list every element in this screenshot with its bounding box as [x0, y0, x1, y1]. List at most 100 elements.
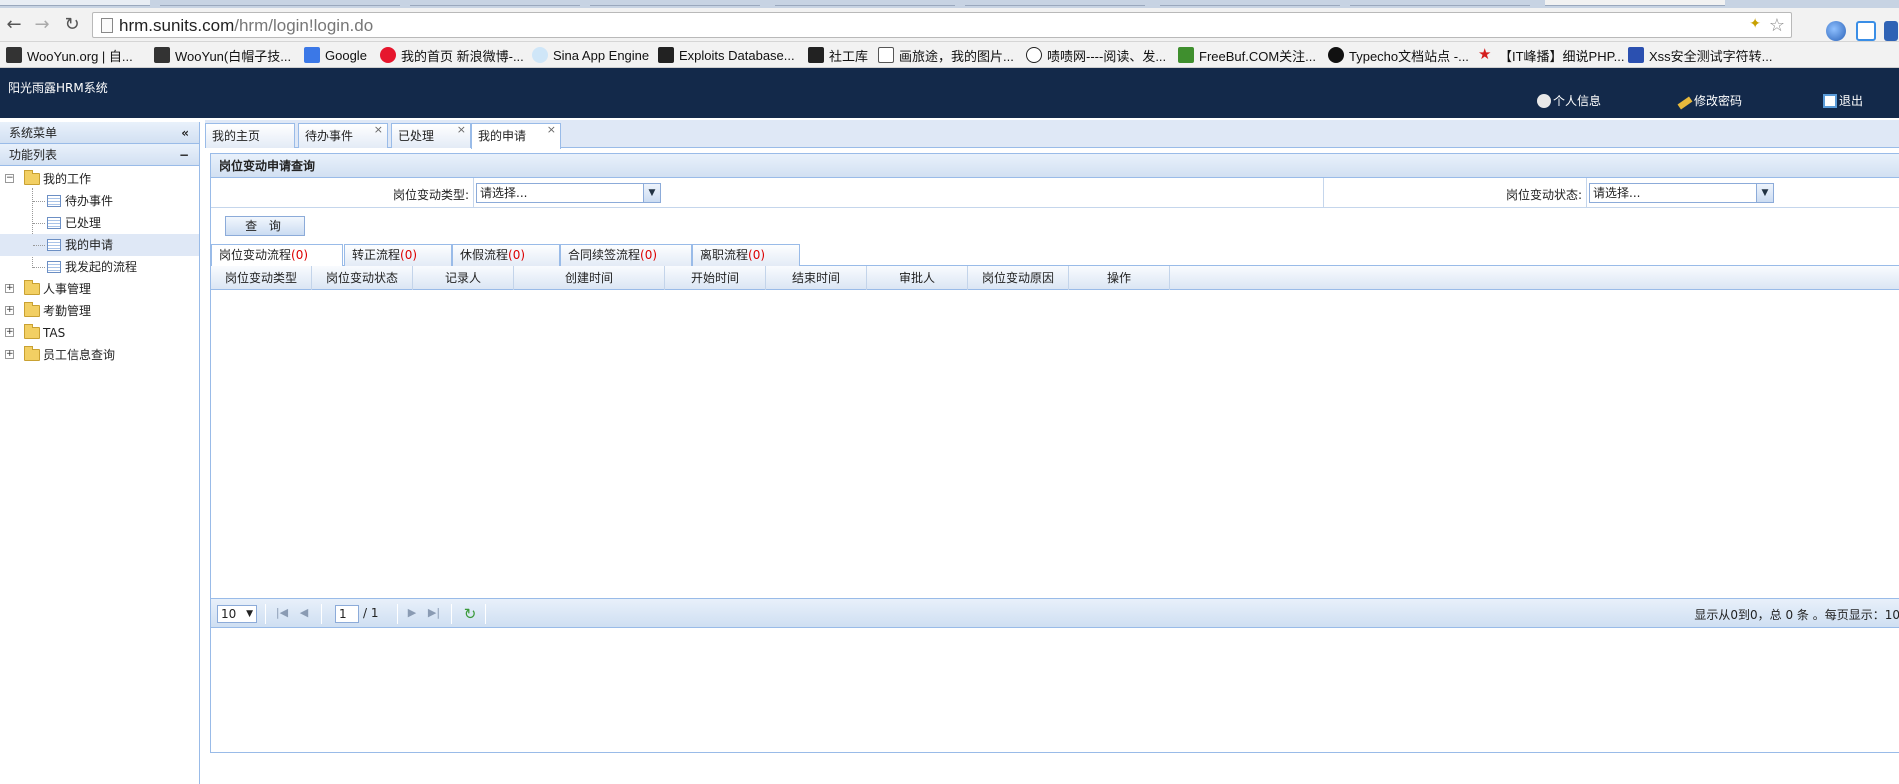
- pagination-bar: 10 ▼ |◀ ◀ 1 / 1 ▶ ▶| ↻ 显示从0到0，总 0 条 。每页显示…: [211, 598, 1899, 628]
- tree-node-processed[interactable]: 已处理: [0, 212, 199, 234]
- refresh-icon[interactable]: ↻: [461, 605, 479, 623]
- browser-tab[interactable]: [1160, 0, 1340, 6]
- separator: [397, 604, 398, 624]
- tab-regularization-flow[interactable]: 转正流程(0): [344, 244, 452, 266]
- query-button[interactable]: 查 询: [225, 216, 305, 236]
- tree-node-my-initiated-flows[interactable]: 我发起的流程: [0, 256, 199, 278]
- column-header[interactable]: 操作: [1069, 266, 1170, 290]
- tab-contract-renewal-flow[interactable]: 合同续签流程(0): [560, 244, 692, 266]
- folder-icon: [24, 280, 40, 295]
- bookmark-item[interactable]: 我的首页 新浪微博-...: [380, 46, 524, 64]
- tab-processed[interactable]: 已处理 ×: [391, 123, 471, 148]
- bookmark-star-icon[interactable]: ☆: [1769, 15, 1785, 36]
- expand-icon[interactable]: +: [5, 328, 14, 337]
- tab-leave-flow[interactable]: 休假流程(0): [452, 244, 560, 266]
- bookmark-item[interactable]: Sina App Engine: [532, 46, 649, 64]
- app-header: 阳光雨露HRM系统 个人信息 修改密码 退出: [0, 68, 1899, 118]
- bookmark-item[interactable]: ★ 【IT峰播】细说PHP...: [1478, 46, 1624, 64]
- bookmark-label: Typecho文档站点 -...: [1349, 48, 1469, 64]
- browser-tab[interactable]: [590, 0, 760, 6]
- position-change-status-label: 岗位变动状态:: [1505, 188, 1582, 202]
- page-number-input[interactable]: 1: [335, 605, 359, 623]
- tab-position-change-flow[interactable]: 岗位变动流程(0): [211, 244, 343, 267]
- globe-icon[interactable]: [1826, 21, 1846, 41]
- person-icon: [1026, 47, 1042, 63]
- bookmark-item[interactable]: FreeBuf.COM关注...: [1178, 46, 1316, 64]
- tree-node-employee-query[interactable]: + 员工信息查询: [0, 344, 199, 366]
- tree-node-hr-management[interactable]: + 人事管理: [0, 278, 199, 300]
- browser-tab[interactable]: [160, 0, 400, 6]
- menu-icon[interactable]: [1884, 21, 1898, 41]
- logout-link[interactable]: 退出: [1823, 92, 1863, 109]
- column-header[interactable]: 审批人: [867, 266, 968, 290]
- browser-tab-active[interactable]: [1545, 0, 1725, 6]
- browser-tab[interactable]: [0, 0, 150, 6]
- tab-resignation-flow[interactable]: 离职流程(0): [692, 244, 800, 266]
- change-password-link[interactable]: 修改密码: [1677, 92, 1742, 109]
- tab-todo[interactable]: 待办事件 ×: [298, 123, 388, 148]
- chevron-down-icon[interactable]: ▼: [643, 184, 660, 202]
- position-change-type-select[interactable]: 请选择... ▼: [476, 183, 661, 203]
- last-page-icon[interactable]: ▶|: [427, 606, 441, 620]
- expand-icon[interactable]: +: [5, 350, 14, 359]
- column-header[interactable]: 结束时间: [766, 266, 867, 290]
- tab-label: 休假流程: [460, 248, 509, 262]
- tree-node-my-applications[interactable]: 我的申请: [0, 234, 199, 256]
- collapse-icon[interactable]: −: [5, 174, 14, 183]
- close-icon[interactable]: ×: [547, 118, 556, 142]
- browser-tab[interactable]: [775, 0, 955, 6]
- bookmark-item[interactable]: Typecho文档站点 -...: [1328, 46, 1469, 64]
- collapse-sidebar-icon[interactable]: «: [181, 122, 189, 144]
- browser-tab[interactable]: [410, 0, 580, 6]
- next-page-icon[interactable]: ▶: [405, 606, 419, 620]
- bookmark-item[interactable]: Xss安全测试字符转...: [1628, 46, 1773, 64]
- profile-link[interactable]: 个人信息: [1537, 92, 1601, 109]
- column-header[interactable]: 创建时间: [514, 266, 665, 290]
- bookmark-label: 画旅途，我的图片...: [899, 48, 1014, 64]
- url-text[interactable]: hrm.sunits.com/hrm/login!login.do: [119, 16, 373, 36]
- sidebar: 系统菜单 « 功能列表 − − 我的工作 待办事件 已处理 我的申请 我发起的流…: [0, 122, 200, 784]
- chevron-down-icon[interactable]: ▼: [1756, 184, 1773, 202]
- browser-tab[interactable]: [1350, 0, 1530, 6]
- extension-icon[interactable]: ✦: [1749, 16, 1761, 32]
- extension-icon[interactable]: [1856, 21, 1876, 41]
- bookmark-item[interactable]: WooYun(白帽子技...: [154, 46, 291, 64]
- expand-icon[interactable]: +: [5, 306, 14, 315]
- column-header[interactable]: 岗位变动类型: [211, 266, 312, 290]
- tree-node-attendance[interactable]: + 考勤管理: [0, 300, 199, 322]
- user-icon: [1537, 93, 1551, 108]
- first-page-icon[interactable]: |◀: [275, 606, 289, 620]
- bookmark-label: 我的首页 新浪微博-...: [401, 48, 524, 64]
- prev-page-icon[interactable]: ◀: [297, 606, 311, 620]
- reload-icon[interactable]: ↻: [62, 15, 82, 35]
- bookmark-item[interactable]: 画旅途，我的图片...: [878, 46, 1014, 64]
- close-icon[interactable]: ×: [374, 118, 383, 142]
- tree-node-my-work[interactable]: − 我的工作: [0, 168, 199, 190]
- column-header[interactable]: 岗位变动状态: [312, 266, 413, 290]
- column-header[interactable]: 岗位变动原因: [968, 266, 1069, 290]
- bookmark-item[interactable]: Google: [304, 46, 367, 64]
- bookmark-item[interactable]: Exploits Database...: [658, 46, 795, 64]
- bookmark-item[interactable]: 社工库: [808, 46, 868, 64]
- collapse-list-icon[interactable]: −: [179, 144, 189, 166]
- column-header[interactable]: 记录人: [413, 266, 514, 290]
- tree-node-label: 员工信息查询: [43, 348, 116, 362]
- column-header[interactable]: 开始时间: [665, 266, 766, 290]
- page-size-select[interactable]: 10 ▼: [217, 605, 257, 623]
- bookmark-item[interactable]: WooYun.org | 自...: [6, 46, 133, 64]
- back-icon[interactable]: ←: [4, 15, 24, 35]
- close-icon[interactable]: ×: [457, 118, 466, 142]
- logout-icon: [1823, 93, 1837, 108]
- panel-title: 岗位变动申请查询: [211, 154, 1899, 178]
- address-bar[interactable]: hrm.sunits.com/hrm/login!login.do ✦ ☆: [92, 12, 1792, 38]
- tab-my-applications[interactable]: 我的申请 ×: [471, 123, 561, 149]
- tree-node-todo[interactable]: 待办事件: [0, 190, 199, 212]
- tab-home[interactable]: 我的主页: [205, 123, 295, 148]
- tree-node-tas[interactable]: + TAS: [0, 322, 199, 344]
- form-input-cell: 请选择... ▼: [1587, 178, 1899, 208]
- forward-icon[interactable]: →: [32, 15, 52, 35]
- browser-tab[interactable]: [965, 0, 1145, 6]
- bookmark-item[interactable]: 啧啧网----阅读、发...: [1026, 46, 1166, 64]
- position-change-status-select[interactable]: 请选择... ▼: [1589, 183, 1774, 203]
- expand-icon[interactable]: +: [5, 284, 14, 293]
